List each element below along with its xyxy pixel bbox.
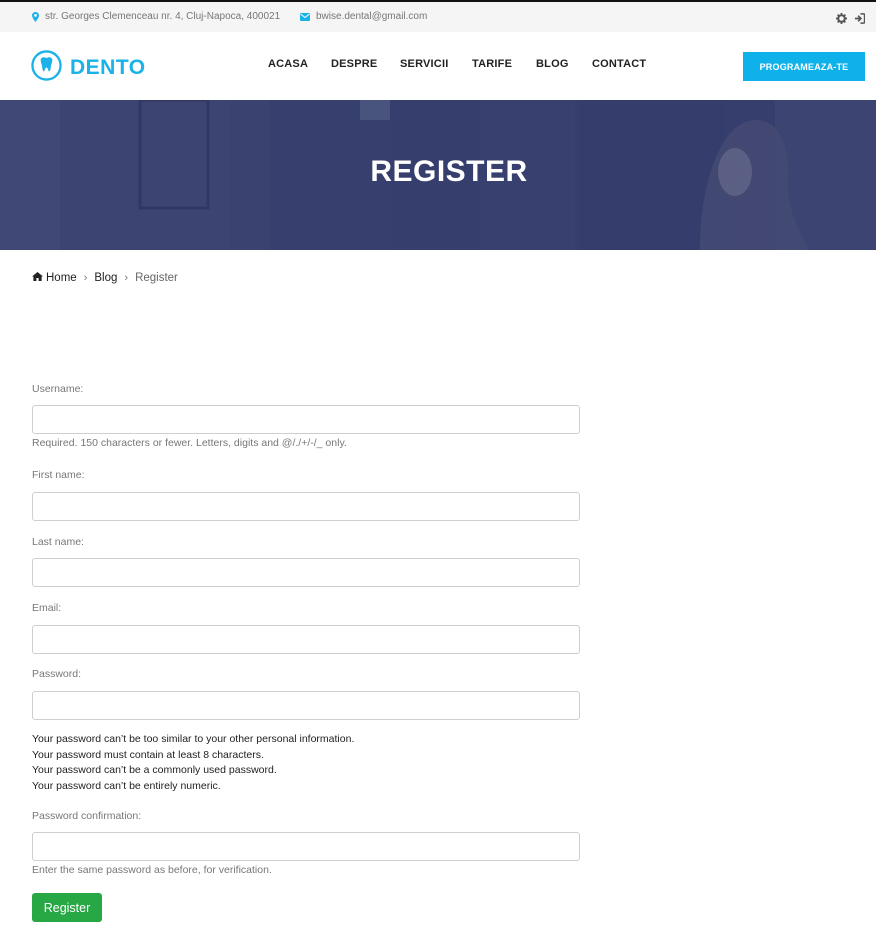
breadcrumb-blog[interactable]: Blog: [94, 272, 117, 284]
map-marker-icon: [32, 11, 39, 22]
breadcrumb: Home › Blog › Register: [32, 272, 178, 284]
email-label: Email:: [32, 602, 62, 614]
breadcrumb-current: Register: [135, 272, 178, 284]
address-info: str. Georges Clemenceau nr. 4, Cluj-Napo…: [32, 11, 280, 22]
username-help-text: Required. 150 characters or fewer. Lette…: [32, 437, 347, 449]
chevron-right-icon: ›: [124, 272, 129, 284]
nav-item-blog[interactable]: BLOG: [536, 58, 569, 70]
nav-item-servicii[interactable]: SERVICII: [400, 58, 448, 70]
password-rule: Your password can’t be too similar to yo…: [32, 733, 355, 745]
appointment-button[interactable]: PROGRAMEAZA-TE: [743, 52, 865, 81]
last-name-label: Last name:: [32, 536, 84, 548]
address-text: str. Georges Clemenceau nr. 4, Cluj-Napo…: [45, 11, 281, 22]
breadcrumb-home[interactable]: Home: [32, 272, 77, 284]
password-confirm-input[interactable]: [32, 832, 580, 861]
gear-icon[interactable]: [836, 11, 848, 24]
password-rule: Your password can’t be a commonly used p…: [32, 764, 277, 776]
chevron-right-icon: ›: [83, 272, 88, 284]
username-label: Username:: [32, 383, 84, 395]
email-info[interactable]: bwise.dental@gmail.com: [300, 11, 427, 22]
password-label: Password:: [32, 668, 82, 680]
breadcrumb-home-label: Home: [46, 272, 77, 284]
nav-item-contact[interactable]: CONTACT: [592, 58, 646, 70]
home-icon: [32, 272, 43, 284]
first-name-input[interactable]: [32, 492, 580, 521]
last-name-input[interactable]: [32, 558, 580, 587]
password-rules: Your password can’t be too similar to yo…: [32, 732, 354, 794]
register-button[interactable]: Register: [32, 893, 102, 922]
password-input[interactable]: [32, 691, 580, 720]
envelope-icon: [300, 12, 310, 21]
nav-item-despre[interactable]: DESPRE: [331, 58, 377, 70]
page-title: REGISTER: [370, 155, 528, 188]
password-rule: Your password can’t be entirely numeric.: [32, 779, 221, 792]
site-header: DENTO ACASA DESPRE SERVICII TARIFE BLOG …: [0, 32, 876, 100]
sign-in-icon[interactable]: [854, 11, 866, 24]
nav-item-tarife[interactable]: TARIFE: [472, 58, 512, 70]
nav-item-acasa[interactable]: ACASA: [268, 58, 308, 70]
password-rule: Your password must contain at least 8 ch…: [32, 748, 264, 761]
page-hero: REGISTER: [0, 100, 876, 250]
username-input[interactable]: [32, 405, 580, 434]
password-confirm-label: Password confirmation:: [32, 810, 142, 822]
password-confirm-help-text: Enter the same password as before, for v…: [32, 864, 272, 876]
topbar: str. Georges Clemenceau nr. 4, Cluj-Napo…: [0, 2, 876, 32]
email-input[interactable]: [32, 625, 580, 654]
first-name-label: First name:: [32, 469, 85, 481]
email-text: bwise.dental@gmail.com: [316, 11, 428, 22]
